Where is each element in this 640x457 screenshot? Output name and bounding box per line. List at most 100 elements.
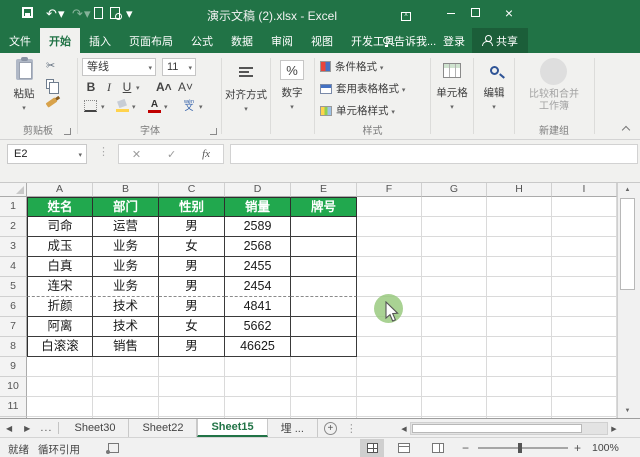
font-color-icon[interactable]: A bbox=[148, 100, 161, 113]
row-header-1[interactable]: 1 bbox=[0, 197, 27, 217]
paste-button[interactable]: 粘贴 ▾ bbox=[8, 59, 40, 113]
underline-button[interactable]: U bbox=[120, 80, 134, 94]
alignment-group-button[interactable]: 对齐方式 ▾ bbox=[223, 53, 269, 139]
cell-C2[interactable]: 男 bbox=[159, 217, 225, 237]
ribbon-tab-review[interactable]: 审阅 bbox=[262, 28, 302, 53]
row-header-10[interactable]: 10 bbox=[0, 377, 27, 397]
cell-C4[interactable]: 男 bbox=[159, 257, 225, 277]
cell-G6[interactable] bbox=[422, 297, 487, 317]
save-icon[interactable] bbox=[22, 7, 33, 18]
cell-I1[interactable] bbox=[552, 197, 617, 217]
number-group-button[interactable]: % 数字 ▾ bbox=[272, 53, 312, 139]
cell-C9[interactable] bbox=[159, 357, 225, 377]
cell-A2[interactable]: 司命 bbox=[27, 217, 93, 237]
vertical-scroll-thumb[interactable] bbox=[620, 198, 635, 290]
ribbon-tab-page-layout[interactable]: 页面布局 bbox=[120, 28, 182, 53]
ribbon-tab-formulas[interactable]: 公式 bbox=[182, 28, 222, 53]
zoom-slider-thumb[interactable] bbox=[518, 443, 522, 453]
cell-E10[interactable] bbox=[291, 377, 357, 397]
cell-G9[interactable] bbox=[422, 357, 487, 377]
grow-font-button[interactable]: A˄ bbox=[156, 80, 170, 94]
cell-C5[interactable]: 男 bbox=[159, 277, 225, 297]
macro-record-icon[interactable] bbox=[108, 443, 119, 453]
cell-C10[interactable] bbox=[159, 377, 225, 397]
cell-E6[interactable] bbox=[291, 297, 357, 317]
cell-D11[interactable] bbox=[225, 397, 291, 417]
zoom-slider[interactable] bbox=[478, 447, 568, 449]
copy-icon[interactable] bbox=[46, 79, 54, 89]
font-dialog-launcher-icon[interactable] bbox=[210, 128, 217, 135]
cell-C3[interactable]: 女 bbox=[159, 237, 225, 257]
sheet-prev-icon[interactable]: ◀ bbox=[0, 419, 18, 437]
formula-input[interactable] bbox=[230, 144, 638, 164]
cell-G3[interactable] bbox=[422, 237, 487, 257]
col-header-G[interactable]: G bbox=[422, 183, 487, 197]
cell-H9[interactable] bbox=[487, 357, 552, 377]
name-box-caret-icon[interactable]: ▾ bbox=[78, 152, 82, 159]
cell-D3[interactable]: 2568 bbox=[225, 237, 291, 257]
row-header-6[interactable]: 6 bbox=[0, 297, 27, 317]
bold-button[interactable]: B bbox=[84, 80, 98, 94]
cell-I4[interactable] bbox=[552, 257, 617, 277]
cell-H4[interactable] bbox=[487, 257, 552, 277]
conditional-formatting-button[interactable]: 条件格式 ▾ bbox=[320, 59, 383, 74]
cell-B7[interactable]: 技术 bbox=[93, 317, 159, 337]
customize-qat-icon[interactable]: ▾ bbox=[126, 7, 133, 20]
cell-D10[interactable] bbox=[225, 377, 291, 397]
cell-E1[interactable]: 牌号 bbox=[291, 197, 357, 217]
cell-styles-button[interactable]: 单元格样式 ▾ bbox=[320, 103, 395, 118]
share-button[interactable]: 共享 bbox=[472, 28, 528, 53]
clipboard-dialog-launcher-icon[interactable] bbox=[64, 128, 71, 135]
editing-group-button[interactable]: 编辑 ▾ bbox=[475, 53, 513, 139]
cell-B1[interactable]: 部门 bbox=[93, 197, 159, 217]
cell-H2[interactable] bbox=[487, 217, 552, 237]
cell-C11[interactable] bbox=[159, 397, 225, 417]
cell-E2[interactable] bbox=[291, 217, 357, 237]
page-layout-view-button[interactable] bbox=[392, 439, 416, 457]
cell-D1[interactable]: 销量 bbox=[225, 197, 291, 217]
cell-F11[interactable] bbox=[357, 397, 422, 417]
cell-A8[interactable]: 白滚滚 bbox=[27, 337, 93, 357]
zoom-level[interactable]: 100% bbox=[592, 442, 619, 454]
cell-H8[interactable] bbox=[487, 337, 552, 357]
scroll-left-icon[interactable]: ◀ bbox=[398, 425, 410, 433]
cell-H10[interactable] bbox=[487, 377, 552, 397]
row-header-2[interactable]: 2 bbox=[0, 217, 27, 237]
cell-H11[interactable] bbox=[487, 397, 552, 417]
cell-F1[interactable] bbox=[357, 197, 422, 217]
cell-B4[interactable]: 业务 bbox=[93, 257, 159, 277]
borders-icon[interactable] bbox=[84, 100, 97, 112]
cell-B2[interactable]: 运营 bbox=[93, 217, 159, 237]
col-header-B[interactable]: B bbox=[93, 183, 159, 197]
cell-H1[interactable] bbox=[487, 197, 552, 217]
font-name-select[interactable]: 等线 ▾ bbox=[82, 58, 156, 76]
paste-caret-icon[interactable]: ▾ bbox=[22, 105, 26, 112]
row-header-4[interactable]: 4 bbox=[0, 257, 27, 277]
format-as-table-button[interactable]: 套用表格格式 ▾ bbox=[320, 81, 405, 96]
cell-H7[interactable] bbox=[487, 317, 552, 337]
redo-icon[interactable]: ↷ bbox=[72, 7, 83, 20]
cell-A11[interactable] bbox=[27, 397, 93, 417]
enter-icon[interactable]: ✓ bbox=[167, 148, 176, 161]
new-file-icon[interactable] bbox=[94, 7, 103, 19]
sheet-tab-sheet22[interactable]: Sheet22 bbox=[129, 419, 197, 437]
sheet-tab-partial[interactable]: 埋 ... bbox=[268, 419, 318, 437]
cancel-icon[interactable]: ✕ bbox=[132, 148, 141, 161]
cell-B10[interactable] bbox=[93, 377, 159, 397]
fill-color-caret-icon[interactable]: ▾ bbox=[132, 104, 136, 111]
cell-F9[interactable] bbox=[357, 357, 422, 377]
sheet-more-label[interactable]: ... bbox=[36, 419, 56, 437]
row-header-5[interactable]: 5 bbox=[0, 277, 27, 297]
undo-caret-icon[interactable]: ▾ bbox=[58, 7, 65, 20]
col-header-A[interactable]: A bbox=[27, 183, 93, 197]
tell-me-box[interactable]: 告诉我... bbox=[383, 28, 436, 53]
col-header-D[interactable]: D bbox=[225, 183, 291, 197]
cell-C8[interactable]: 男 bbox=[159, 337, 225, 357]
cell-G5[interactable] bbox=[422, 277, 487, 297]
cell-D5[interactable]: 2454 bbox=[225, 277, 291, 297]
font-size-select[interactable]: 11 ▾ bbox=[162, 58, 196, 76]
col-header-E[interactable]: E bbox=[291, 183, 357, 197]
cell-I9[interactable] bbox=[552, 357, 617, 377]
col-header-C[interactable]: C bbox=[159, 183, 225, 197]
cell-I8[interactable] bbox=[552, 337, 617, 357]
